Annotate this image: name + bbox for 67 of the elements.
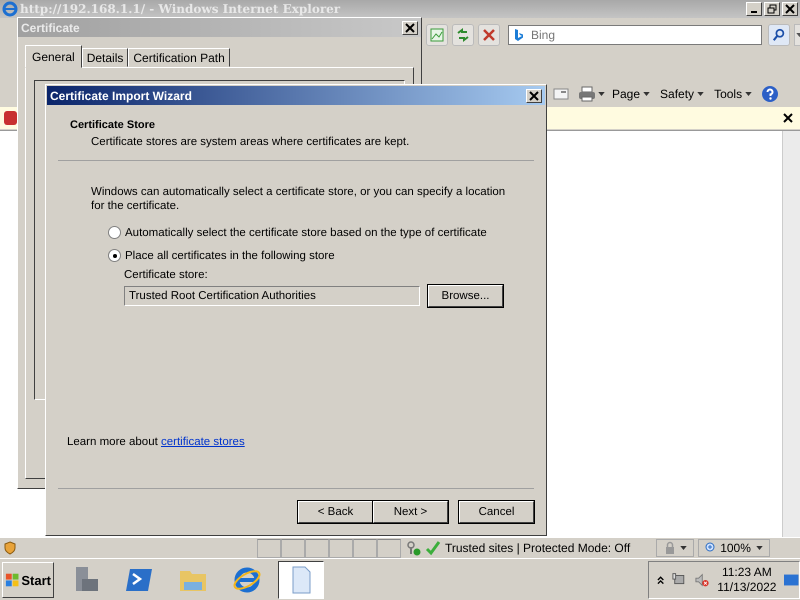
status-pane [377,538,401,558]
browser-logo-icon [2,1,18,17]
checkmark-icon [425,540,441,556]
caret-icon [643,92,650,96]
volume-muted-icon[interactable] [694,572,710,588]
shield-icon [3,541,17,555]
windows-flag-icon [5,572,20,588]
minimize-button[interactable] [746,2,762,16]
input-field[interactable]: Trusted Root Certification Authorities [124,286,420,306]
zoom-icon [705,542,718,554]
field-label: Certificate store: [124,269,209,281]
search-icon [772,28,786,42]
radio-option[interactable]: Place all certificates in the following store [108,249,516,262]
menu-button[interactable]: Page [609,87,654,101]
caret-icon [680,546,688,550]
tab[interactable]: Certification Path [128,48,230,67]
zoom-button[interactable]: 100% [698,539,770,557]
close-button[interactable] [782,2,798,16]
help-text: Learn more about certificate stores [67,436,246,448]
menu-button[interactable]: Tools [711,87,756,101]
cancel-button[interactable]: Cancel [459,501,534,523]
status-pane [257,538,281,558]
caret-icon [756,546,764,550]
certificate-status-icon [405,540,421,556]
radio-button[interactable] [108,226,121,239]
page-heading: Certificate Store [70,119,156,131]
help-link[interactable]: certificate stores [160,436,245,448]
close-icon[interactable] [783,113,793,123]
page-subheading: Certificate stores are system areas where certificates are kept. [90,136,410,148]
status-pane [305,538,329,558]
status-pane [329,538,353,558]
status-pane [353,538,377,558]
dialog-title: Certificate [21,20,80,34]
bing-logo-icon [514,28,524,42]
minimize-icon [751,11,757,13]
radio-option[interactable]: Automatically select the certificate store based on the type of certificate [108,226,516,239]
tab[interactable]: Details [82,48,128,67]
search-button[interactable] [768,24,790,46]
wizard-button[interactable]: < Back [298,501,373,523]
blocked-icon [4,111,17,125]
stop-icon[interactable] [478,24,500,46]
close-button[interactable] [402,20,418,34]
wizard-button[interactable]: Next > [373,501,448,523]
tab[interactable]: General [25,45,82,68]
security-zone-text: Trusted sites | Protected Mode: Off [445,541,630,555]
start-button[interactable]: Start [2,562,54,598]
show-desktop-icon[interactable] [784,574,799,586]
search-field[interactable]: Bing [508,25,762,45]
status-pane [281,538,305,558]
dialog-title: Certificate Import Wizard [50,88,192,102]
scrollbar[interactable] [782,131,800,537]
menu-button[interactable]: Safety [657,87,708,101]
close-button[interactable] [526,88,542,102]
refresh-icon[interactable] [452,24,474,46]
browse-button[interactable]: Browse... [428,285,503,307]
document-icon[interactable] [278,561,324,599]
radio-button[interactable] [108,249,121,262]
caret-icon [697,92,704,96]
caret-icon [598,92,605,96]
caret-icon [745,92,752,96]
instruction-text: Windows can automatically select a certificate store, or you can specify a location for the certificate. [91,185,506,213]
restore-button[interactable] [764,2,780,16]
clock-date: 11/13/2022 [717,580,776,595]
window-title: http://192.168.1.1/ - Windows Internet Explorer [20,2,340,16]
show-hidden-icon[interactable] [657,575,664,585]
compatibility-icon[interactable] [426,24,448,46]
clock-time: 11:23 AM [722,565,772,580]
